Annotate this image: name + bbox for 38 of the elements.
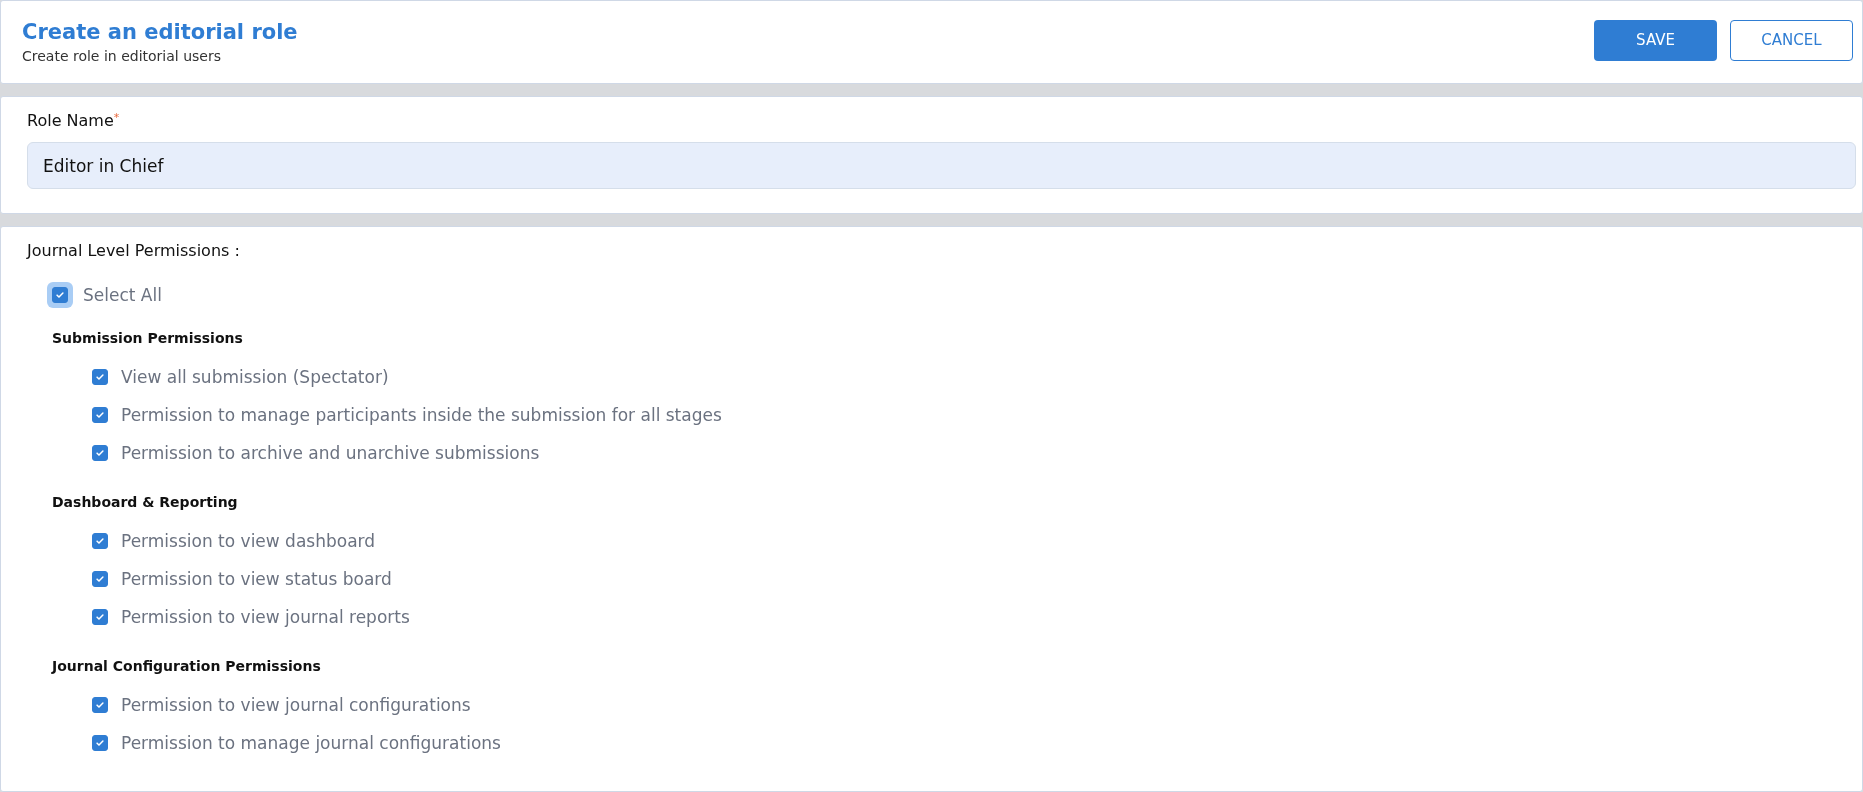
group-title: Dashboard & Reporting [52,494,239,510]
checkbox[interactable] [92,407,108,423]
required-mark: * [113,111,120,124]
save-button[interactable]: SAVE [1594,19,1717,61]
checkmark-icon [55,290,65,300]
page-title: Create an editorial role [22,20,298,44]
cancel-button[interactable]: CANCEL [1730,19,1853,61]
checkbox[interactable] [92,445,108,461]
checkbox[interactable] [92,609,108,625]
permission-label: Permission to archive and unarchive submissions [121,443,540,463]
permission-label: Permission to view status board [121,569,392,589]
checkmark-icon [95,700,105,710]
checkbox[interactable] [47,282,73,308]
page-subtitle: Create role in editorial users [22,48,222,64]
permission-label: Permission to view dashboard [121,531,376,551]
permission-label: Permission to manage journal configurations [121,733,501,753]
checkmark-icon [95,536,105,546]
permission-label: View all submission (Spectator) [121,367,389,387]
checkbox[interactable] [92,369,108,385]
checkbox-label: Select All [83,285,162,305]
checkmark-icon [95,612,105,622]
group-title: Journal Configuration Permissions [52,658,322,674]
permission-label: Permission to view journal reports [121,607,410,627]
checkbox[interactable] [92,735,108,751]
field-label: Role Name [27,111,114,130]
checkmark-icon [95,738,105,748]
checkmark-icon [95,372,105,382]
permission-label: Permission to view journal configurations [121,695,471,715]
checkmark-icon [95,448,105,458]
checkbox[interactable] [92,533,108,549]
checkmark-icon [95,410,105,420]
role-name-field[interactable]: Editor in Chief [27,142,1856,189]
checkbox[interactable] [92,697,108,713]
permission-label: Permission to manage participants inside the submission for all stages [121,405,722,425]
checkbox[interactable] [92,571,108,587]
checkmark-icon [95,574,105,584]
section-heading: Journal Level Permissions : [27,241,241,260]
group-title: Submission Permissions [52,330,244,346]
